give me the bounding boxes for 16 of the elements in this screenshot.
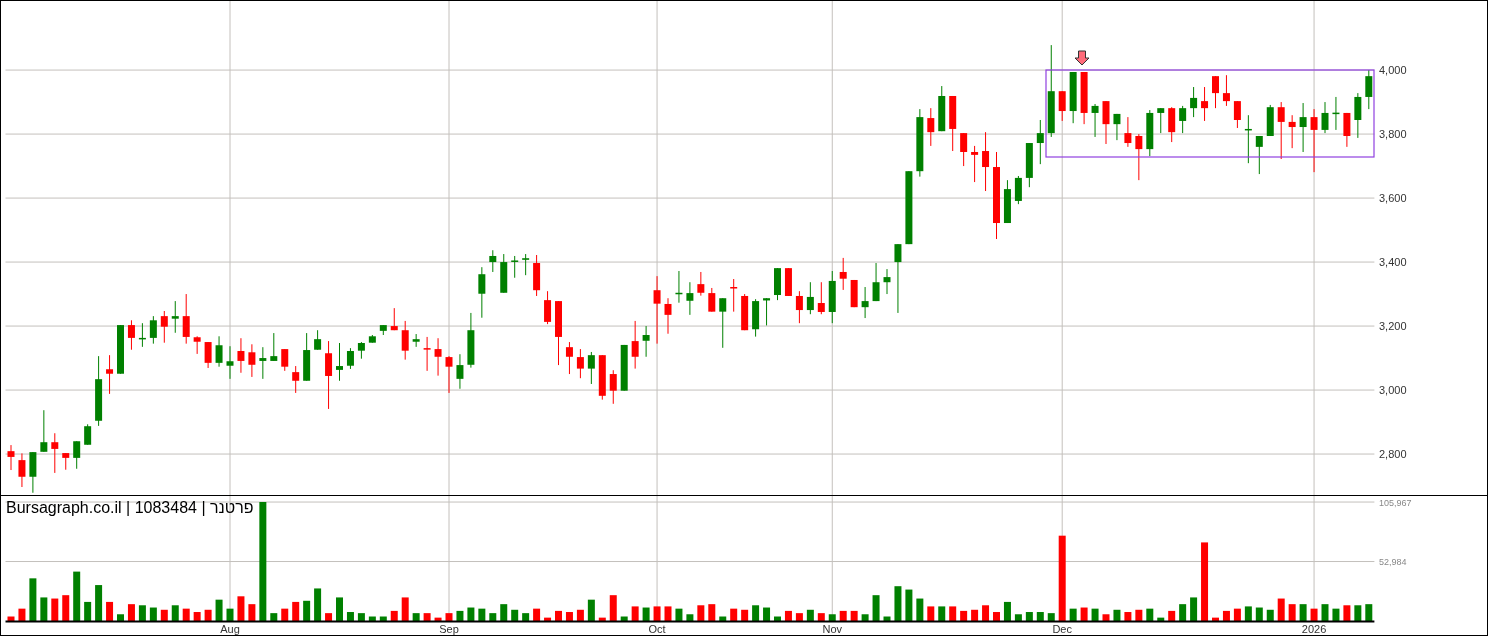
axis-label: 3,000 [1379,384,1407,397]
axis-label: 3,600 [1379,192,1407,205]
axis-label: 2026 [1301,623,1327,635]
axis-label: 3,800 [1379,128,1407,141]
axis-label: 52,984 [1379,557,1407,567]
axis-label: 3,400 [1379,256,1407,269]
chart-legend: Bursagraph.co.il | 1083484 | פרטנר [6,499,254,517]
axis-label: 4,000 [1379,64,1407,77]
axis-label: Oct [648,623,666,635]
axis-label: 105,967 [1379,497,1412,508]
axis-label: 3,200 [1379,320,1407,333]
axis-label: Dec [1052,623,1072,635]
axis-label: Sep [439,623,459,635]
axis-label: 2,800 [1379,448,1407,461]
axis-label: Nov [822,623,843,635]
axis-label: Aug [220,623,240,635]
